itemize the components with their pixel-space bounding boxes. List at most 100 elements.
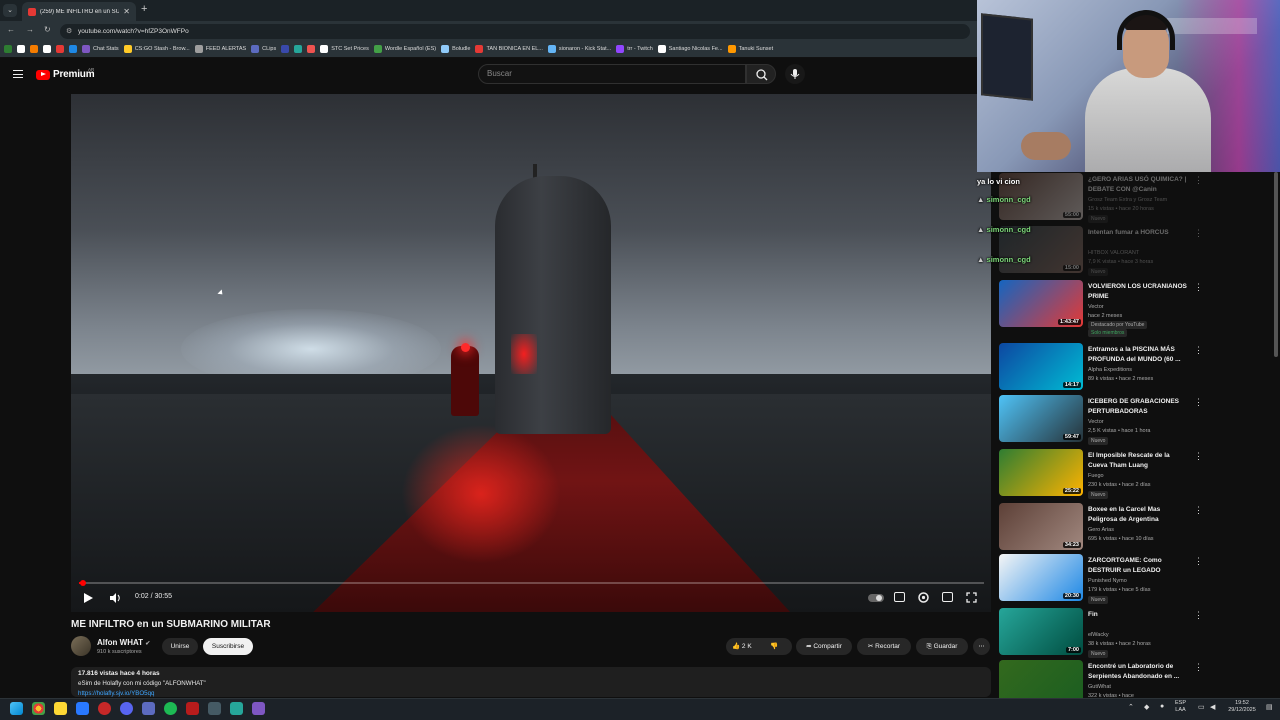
join-button[interactable]: Unirse [162, 638, 198, 655]
active-tab[interactable]: (259) ME INFILTRO en un SUBM... ✕ [22, 2, 136, 21]
video-title[interactable]: Encontré un Laboratorio de Serpientes Ab… [1088, 662, 1190, 681]
bookmark-item[interactable] [307, 45, 316, 53]
keyboard-language[interactable]: ESP LAA [1175, 700, 1186, 714]
video-title[interactable]: Entramos a la PISCINA MÁS PROFUNDA del M… [1088, 345, 1190, 364]
voice-search-button[interactable] [785, 64, 805, 84]
subscribe-button[interactable]: Suscribirse [203, 638, 253, 655]
recommended-video[interactable]: 59:47 ICEBERG DE GRABACIONES PERTURBADORA… [999, 395, 1271, 445]
back-icon[interactable]: ← [7, 25, 15, 34]
bookmark-item[interactable]: FEED ALERTAS [194, 45, 246, 53]
video-channel[interactable]: Vector [1088, 419, 1104, 425]
bookmark-item[interactable]: Tanuki Sunset [727, 45, 773, 53]
progress-bar[interactable] [79, 580, 984, 586]
more-options-icon[interactable]: ⋮ [1194, 175, 1203, 186]
volume-icon[interactable] [109, 592, 121, 604]
video-title[interactable]: ZARCORTGAME: Como DESTRUIR un LEGADO [1088, 556, 1190, 575]
clock[interactable]: 19:52 29/12/2025 [1224, 700, 1260, 714]
bookmark-item[interactable]: Chat Stats [82, 45, 119, 53]
like-button[interactable]: 👍 2 K [732, 638, 762, 655]
video-thumbnail[interactable]: 14:17 [999, 343, 1083, 390]
spotify-icon[interactable] [164, 702, 177, 715]
app-taskbar-icon[interactable] [142, 702, 155, 715]
video-channel[interactable]: GutiWhat [1088, 684, 1111, 690]
windows-start-icon[interactable] [10, 702, 23, 715]
more-options-icon[interactable]: ⋮ [1194, 282, 1203, 293]
app-taskbar-icon[interactable] [76, 702, 89, 715]
tab-list-button[interactable]: ⌄ [3, 4, 17, 17]
recommended-video[interactable]: 1:43:47 VOLVIERON LOS UCRANIANOS PRIME Vec… [999, 280, 1271, 337]
autoplay-toggle[interactable] [868, 594, 884, 602]
subtitles-icon[interactable] [894, 592, 905, 602]
recommended-video[interactable]: 25:22 El Imposible Rescate de la Cueva Th… [999, 449, 1271, 499]
more-options-icon[interactable]: ⋮ [1194, 505, 1203, 516]
bookmark-item[interactable] [43, 45, 51, 53]
more-options-icon[interactable]: ⋮ [1194, 397, 1203, 408]
speaker-icon[interactable]: ◀ [1210, 703, 1215, 711]
bookmark-item[interactable]: Wordle Español (ES) [373, 45, 436, 53]
bookmark-item[interactable]: trr - Twitch [616, 45, 653, 53]
video-thumbnail[interactable]: 34:23 [999, 503, 1083, 550]
sidebar-scrollbar[interactable] [1274, 172, 1278, 357]
bookmark-item[interactable]: STC Set Prices [320, 45, 369, 53]
search-input[interactable]: Buscar [478, 64, 746, 84]
more-options-icon[interactable]: ⋮ [1194, 228, 1203, 239]
new-tab-button[interactable]: + [141, 3, 147, 15]
video-channel[interactable]: Vector [1088, 304, 1104, 310]
bookmark-item[interactable] [30, 45, 38, 53]
share-button[interactable]: ➦ Compartir [796, 638, 852, 655]
tray-chevron-icon[interactable]: ⌃ [1128, 703, 1134, 711]
bookmark-item[interactable] [294, 45, 303, 53]
tab-close-icon[interactable]: ✕ [123, 7, 130, 16]
video-title[interactable]: ICEBERG DE GRABACIONES PERTURBADORAS [1088, 397, 1190, 416]
app-taskbar-icon[interactable] [186, 702, 199, 715]
app-taskbar-icon[interactable] [208, 702, 221, 715]
bookmark-item[interactable]: TAN BIONICA EN EL... [475, 45, 543, 53]
video-channel[interactable]: elWacky [1088, 632, 1109, 638]
channel-name[interactable]: Alfon WHAT ✔ [97, 638, 150, 647]
recommended-video[interactable]: 14:17 Entramos a la PISCINA MÁS PROFUNDA … [999, 343, 1271, 393]
menu-icon[interactable] [13, 70, 23, 78]
video-thumbnail[interactable]: 1:43:47 [999, 280, 1083, 327]
video-channel[interactable]: HITBOX VALORANT [1088, 250, 1139, 256]
bookmark-item[interactable] [17, 45, 25, 53]
forward-icon[interactable]: → [26, 25, 34, 34]
description-box[interactable] [71, 667, 991, 697]
settings-gear-icon[interactable] [917, 591, 930, 604]
discord-icon[interactable] [120, 702, 133, 715]
file-explorer-icon[interactable] [54, 702, 67, 715]
tray-app-icon[interactable]: ◆ [1144, 703, 1149, 711]
recommended-video[interactable]: 7:00 Fin elWacky 38 k vistas • hace 2 horas… [999, 608, 1271, 658]
video-title[interactable]: Boxee en la Carcel Mas Peligrosa de Arge… [1088, 505, 1190, 524]
youtube-logo[interactable]: Premium [36, 69, 95, 80]
app-taskbar-icon[interactable] [230, 702, 243, 715]
recommended-video[interactable]: 20:30 ZARCORTGAME: Como DESTRUIR un LEGAD… [999, 554, 1271, 604]
video-thumbnail[interactable]: 59:47 [999, 395, 1083, 442]
video-title[interactable]: VOLVIERON LOS UCRANIANOS PRIME [1088, 282, 1190, 301]
search-button[interactable] [746, 64, 776, 84]
recommended-video[interactable]: 34:23 Boxee en la Carcel Mas Peligrosa de… [999, 503, 1271, 553]
reload-icon[interactable]: ↻ [44, 25, 51, 34]
channel-avatar[interactable] [71, 636, 91, 656]
network-icon[interactable]: ▭ [1198, 703, 1205, 711]
bookmark-item[interactable] [281, 45, 290, 53]
save-button[interactable]: ⎘ Guardar [916, 638, 968, 655]
video-channel[interactable]: Alpha Expeditions [1088, 367, 1132, 373]
app-taskbar-icon[interactable] [98, 702, 111, 715]
url-bar[interactable]: ⚙ youtube.com/watch?v=hfZP3OnWFPo [60, 24, 970, 39]
video-title[interactable]: Fin [1088, 610, 1190, 620]
chrome-taskbar-icon[interactable] [32, 702, 45, 715]
bookmark-item[interactable]: sionaron - Kick Stat... [547, 45, 611, 53]
video-thumbnail[interactable]: 20:30 [999, 554, 1083, 601]
fullscreen-icon[interactable] [966, 592, 977, 603]
more-options-icon[interactable]: ⋮ [1194, 345, 1203, 356]
progress-scrubber[interactable] [79, 580, 86, 586]
more-options-icon[interactable]: ⋮ [1194, 451, 1203, 462]
app-taskbar-icon[interactable] [252, 702, 265, 715]
bookmark-item[interactable] [56, 45, 64, 53]
dislike-button[interactable]: 👎 [770, 638, 778, 655]
video-channel[interactable]: Fuego [1088, 473, 1104, 479]
video-player[interactable] [71, 94, 991, 612]
more-actions-button[interactable]: ⋯ [973, 638, 990, 655]
description-link[interactable]: https://holafly.sjv.io/YBO5qq [78, 690, 154, 697]
video-channel[interactable]: Punished Nymo [1088, 578, 1127, 584]
